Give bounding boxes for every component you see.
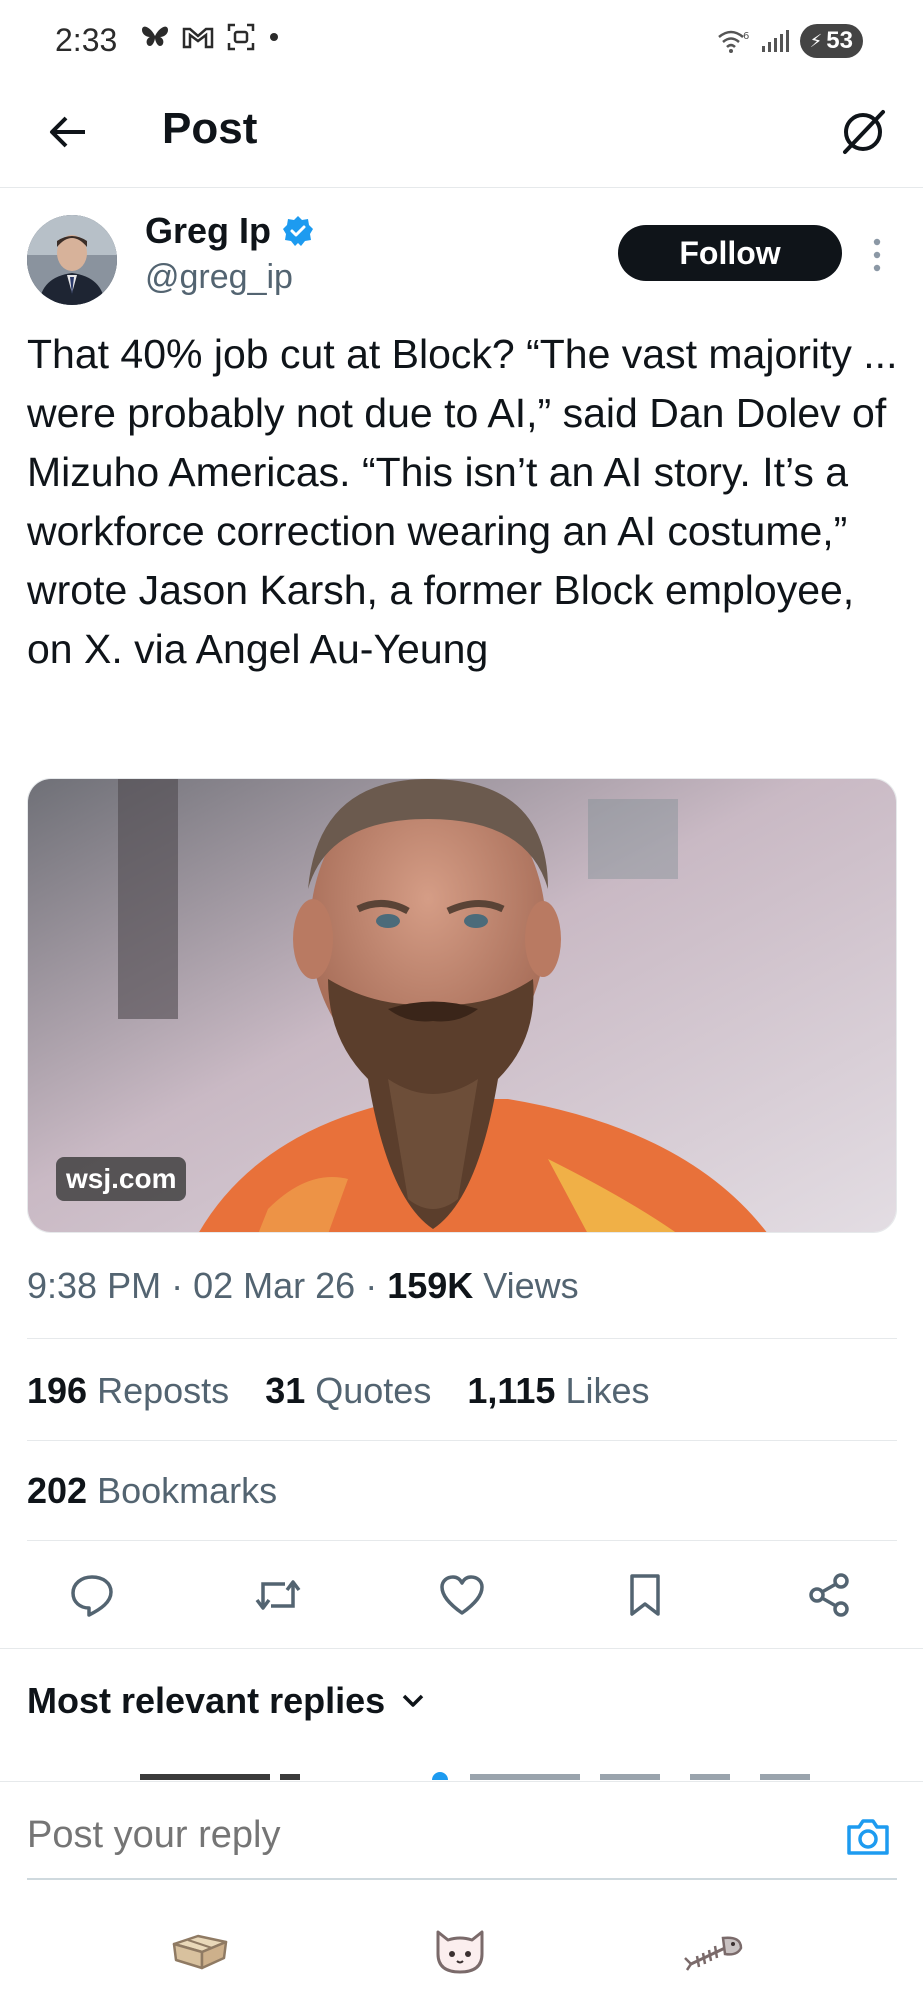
more-options-button[interactable] <box>862 230 892 280</box>
gmail-icon <box>182 27 214 49</box>
link-card-image[interactable]: wsj.com <box>27 778 897 1233</box>
system-icons: 6 ⚡ 53 <box>716 24 863 58</box>
camera-button[interactable] <box>843 1812 893 1862</box>
status-time: 2:33 <box>55 22 118 58</box>
views-count: 159K <box>387 1265 474 1306</box>
battery-level: 53 <box>826 27 853 54</box>
post-date: 02 Mar 26 <box>193 1265 356 1306</box>
battery-icon: ⚡ 53 <box>799 24 863 58</box>
bookmarks-count: 202 <box>27 1470 88 1511</box>
follow-button[interactable]: Follow <box>618 225 842 281</box>
bookmark-button[interactable] <box>615 1565 675 1625</box>
notification-icons <box>140 22 280 52</box>
likes-label: Likes <box>565 1370 650 1411</box>
dot-icon <box>270 33 278 41</box>
box-icon <box>172 1934 228 1970</box>
separator: · <box>365 1265 388 1306</box>
post-time: 9:38 PM <box>27 1265 162 1306</box>
app-header: Post <box>0 80 923 188</box>
grok-icon <box>843 110 885 154</box>
separator: · <box>171 1265 194 1306</box>
bookmarks-stat[interactable]: 202 Bookmarks <box>27 1470 277 1512</box>
author-handle[interactable]: @greg_ip <box>145 258 293 297</box>
bottom-navigation <box>0 1900 923 2000</box>
divider <box>27 1540 897 1541</box>
fishbone-icon <box>684 1936 743 1971</box>
screenshot-icon <box>227 23 255 51</box>
more-vertical-icon <box>873 238 881 272</box>
reply-icon <box>71 1575 113 1617</box>
quotes-stat[interactable]: 31 Quotes <box>265 1370 431 1411</box>
like-icon <box>440 1575 484 1615</box>
back-button[interactable] <box>38 102 98 162</box>
bookmarks-label: Bookmarks <box>97 1470 278 1511</box>
author-name[interactable]: Greg Ip <box>145 210 315 252</box>
next-reply-peek <box>0 1760 923 1780</box>
views-label: Views <box>483 1265 579 1306</box>
arrow-left-icon <box>50 116 85 148</box>
likes-stat[interactable]: 1,115 Likes <box>467 1370 649 1411</box>
nav-fishbone-button[interactable] <box>680 1920 750 1980</box>
signal-icon <box>761 30 789 52</box>
reply-input[interactable] <box>27 1814 807 1857</box>
quotes-count: 31 <box>265 1370 306 1411</box>
avatar-image <box>27 215 117 305</box>
camera-icon <box>847 1819 889 1855</box>
svg-text:6: 6 <box>743 31 749 42</box>
reposts-stat[interactable]: 196 Reposts <box>27 1370 229 1411</box>
like-button[interactable] <box>432 1565 492 1625</box>
nav-box-button[interactable] <box>165 1920 235 1980</box>
divider <box>27 1440 897 1441</box>
divider <box>27 1338 897 1339</box>
share-icon <box>809 1573 849 1617</box>
butterfly-icon <box>142 26 168 46</box>
post-meta: 9:38 PM · 02 Mar 26 · 159K Views <box>27 1265 579 1307</box>
likes-count: 1,115 <box>467 1370 556 1411</box>
reposts-count: 196 <box>27 1370 88 1411</box>
link-domain-badge: wsj.com <box>56 1157 187 1201</box>
repost-icon <box>255 1580 301 1610</box>
reply-composer <box>0 1781 923 1891</box>
status-bar: 2:33 6 ⚡ 53 <box>0 0 923 80</box>
replies-sort-dropdown[interactable]: Most relevant replies <box>27 1680 425 1722</box>
repost-button[interactable] <box>248 1565 308 1625</box>
author-name-text: Greg Ip <box>145 210 272 251</box>
bookmark-icon <box>630 1574 660 1616</box>
replies-sort-label: Most relevant replies <box>27 1680 386 1721</box>
action-bar <box>0 1560 923 1630</box>
chevron-down-icon <box>402 1694 424 1707</box>
engagement-stats: 196 Reposts 31 Quotes 1,115 Likes <box>27 1370 676 1412</box>
grok-button[interactable] <box>831 100 895 164</box>
reposts-label: Reposts <box>97 1370 230 1411</box>
post-text: That 40% job cut at Block? “The vast maj… <box>27 331 898 672</box>
verified-badge-icon <box>283 216 314 246</box>
avatar[interactable] <box>27 215 117 305</box>
section-divider <box>0 1648 923 1649</box>
page-title: Post <box>162 104 258 153</box>
nav-cat-button[interactable] <box>425 1920 495 1980</box>
reply-button[interactable] <box>62 1565 122 1625</box>
cat-icon <box>436 1930 484 1974</box>
quotes-label: Quotes <box>315 1370 432 1411</box>
reply-underline <box>27 1878 897 1880</box>
wifi-icon: 6 <box>717 30 749 53</box>
share-button[interactable] <box>800 1565 860 1625</box>
